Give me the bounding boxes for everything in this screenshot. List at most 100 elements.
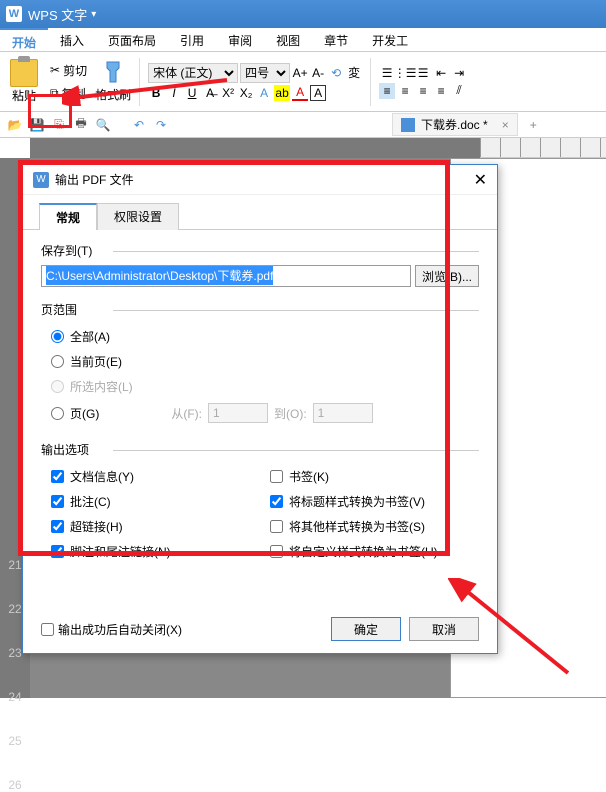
cut-label: 剪切 (63, 62, 87, 79)
italic-icon[interactable]: I (166, 85, 182, 101)
page-range-label: 页范围 (41, 301, 479, 318)
check-bookmarks[interactable] (270, 470, 283, 483)
tab-general[interactable]: 常规 (39, 203, 97, 230)
check-other-bm-label: 将其他样式转换为书签(S) (289, 518, 425, 535)
strikethrough-icon[interactable]: A̶ (202, 85, 218, 101)
format-brush-label: 格式刷 (95, 86, 131, 103)
save-path-input[interactable]: C:\Users\Administrator\Desktop\下载券.pdf (41, 265, 411, 287)
decrease-indent-icon[interactable]: ⇤ (433, 65, 449, 81)
distribute-icon[interactable]: ⫽ (451, 83, 467, 99)
menu-layout[interactable]: 页面布局 (96, 28, 168, 51)
char-border-icon[interactable]: A (310, 85, 326, 101)
check-hyperlinks-label: 超链接(H) (70, 518, 123, 535)
document-tabstrip: 下载券.doc * × + (174, 113, 543, 137)
from-input (208, 403, 268, 423)
tab-permissions[interactable]: 权限设置 (97, 203, 179, 230)
doc-tab-label: 下载券.doc * (421, 116, 488, 133)
menu-start[interactable]: 开始 (0, 28, 48, 51)
menu-review[interactable]: 审阅 (216, 28, 264, 51)
redo-icon[interactable]: ↷ (152, 116, 170, 134)
app-logo-icon: W (33, 172, 49, 188)
dialog-tabs: 常规 权限设置 (23, 195, 497, 230)
align-left-icon[interactable]: ≡ (379, 83, 395, 99)
check-footnotes-label: 脚注和尾注链接(N) (70, 543, 171, 560)
undo-icon[interactable]: ↶ (130, 116, 148, 134)
menu-view[interactable]: 视图 (264, 28, 312, 51)
new-tab-icon[interactable]: + (524, 118, 543, 132)
font-effect-icon[interactable]: A (256, 85, 272, 101)
output-options-label: 输出选项 (41, 441, 479, 458)
radio-selection (51, 380, 64, 393)
font-family-select[interactable]: 宋体 (正文) (148, 63, 238, 83)
check-bookmarks-label: 书签(K) (289, 468, 329, 485)
decrease-font-icon[interactable]: A- (310, 65, 326, 81)
check-comments[interactable] (51, 495, 64, 508)
doc-icon (401, 118, 415, 132)
radio-selection-label: 所选内容(L) (70, 378, 133, 395)
browse-button[interactable]: 浏览(B)... (415, 265, 479, 287)
check-custom-bm[interactable] (270, 545, 283, 558)
subscript-icon[interactable]: X₂ (238, 85, 254, 101)
from-label: 从(F): (171, 405, 202, 422)
align-right-icon[interactable]: ≡ (415, 83, 431, 99)
underline-icon[interactable]: U (184, 85, 200, 101)
menu-chapter[interactable]: 章节 (312, 28, 360, 51)
check-doc-info[interactable] (51, 470, 64, 483)
check-heading-bm[interactable] (270, 495, 283, 508)
radio-current[interactable] (51, 355, 64, 368)
bullet-list-icon[interactable]: ☰ (379, 65, 395, 81)
brush-icon (103, 60, 123, 84)
close-tab-icon[interactable]: × (502, 118, 509, 132)
format-brush-button[interactable]: 格式刷 (95, 60, 131, 103)
check-hyperlinks[interactable] (51, 520, 64, 533)
check-doc-info-label: 文档信息(Y) (70, 468, 134, 485)
divider (370, 58, 371, 106)
title-bar: W WPS 文字 ▾ (0, 0, 606, 28)
check-comments-label: 批注(C) (70, 493, 111, 510)
dropdown-icon[interactable]: ▾ (91, 9, 96, 20)
check-footnotes[interactable] (51, 545, 64, 558)
clear-format-icon[interactable]: ⟲ (328, 65, 344, 81)
increase-font-icon[interactable]: A+ (292, 65, 308, 81)
radio-pages-label: 页(G) (70, 405, 99, 422)
phonetic-icon[interactable]: 変 (346, 65, 362, 81)
to-input (313, 403, 373, 423)
horizontal-ruler (30, 138, 606, 158)
dialog-body: 保存到(T) C:\Users\Administrator\Desktop\下载… (23, 229, 497, 590)
dialog-footer: 输出成功后自动关闭(X) 确定 取消 (41, 617, 479, 641)
menu-references[interactable]: 引用 (168, 28, 216, 51)
increase-indent-icon[interactable]: ⇥ (451, 65, 467, 81)
radio-pages[interactable] (51, 407, 64, 420)
number-list-icon[interactable]: ⋮☰ (397, 65, 413, 81)
menu-developer[interactable]: 开发工 (360, 28, 420, 51)
cancel-button[interactable]: 取消 (409, 617, 479, 641)
save-to-label: 保存到(T) (41, 242, 479, 259)
font-size-select[interactable]: 四号 (240, 63, 290, 83)
app-logo-icon: W (6, 6, 22, 22)
preview-icon[interactable]: 🔍 (94, 116, 112, 134)
dialog-titlebar: W 输出 PDF 文件 ✕ (23, 165, 497, 195)
font-color-icon[interactable]: A (292, 85, 308, 101)
superscript-icon[interactable]: X² (220, 85, 236, 101)
bold-icon[interactable]: B (148, 85, 164, 101)
export-pdf-dialog: W 输出 PDF 文件 ✕ 常规 权限设置 保存到(T) C:\Users\Ad… (22, 164, 498, 654)
divider (139, 58, 140, 106)
cut-button[interactable]: ✂ 剪切 (46, 60, 91, 81)
menu-insert[interactable]: 插入 (48, 28, 96, 51)
annotation-highlight-box (28, 94, 72, 128)
check-auto-close-label: 输出成功后自动关闭(X) (58, 621, 182, 638)
menu-bar: 开始 插入 页面布局 引用 审阅 视图 章节 开发工 (0, 28, 606, 52)
check-custom-bm-label: 将自定义样式转换为书签(U) (289, 543, 438, 560)
check-auto-close[interactable] (41, 623, 54, 636)
check-other-bm[interactable] (270, 520, 283, 533)
align-center-icon[interactable]: ≡ (397, 83, 413, 99)
justify-icon[interactable]: ≡ (433, 83, 449, 99)
close-dialog-icon[interactable]: ✕ (474, 170, 487, 190)
ok-button[interactable]: 确定 (331, 617, 401, 641)
radio-all[interactable] (51, 330, 64, 343)
highlight-icon[interactable]: ab (274, 85, 290, 101)
open-icon[interactable]: 📂 (6, 116, 24, 134)
multilevel-list-icon[interactable]: ☰ (415, 65, 431, 81)
print-icon[interactable]: 🖶 (72, 116, 90, 134)
document-tab[interactable]: 下载券.doc * × (392, 113, 518, 136)
